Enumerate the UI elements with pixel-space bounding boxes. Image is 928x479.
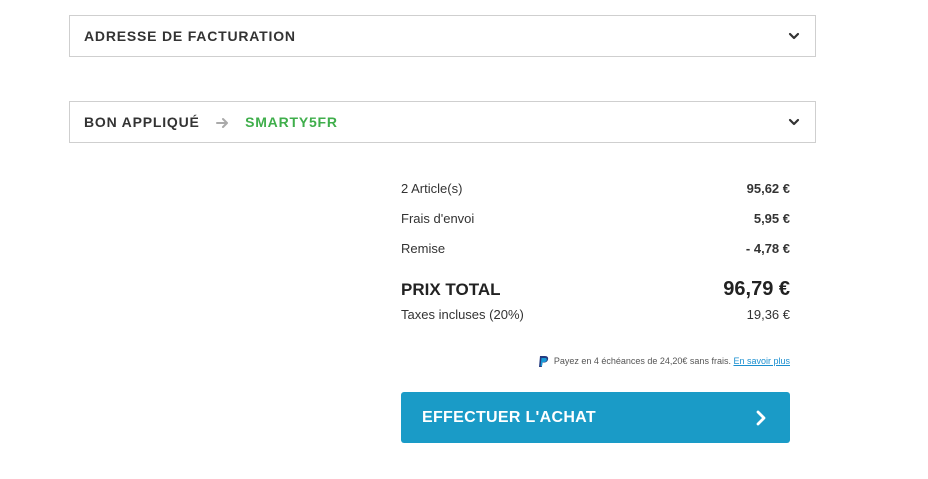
total-value: 96,79 € bbox=[723, 278, 790, 300]
learn-more-link[interactable]: En savoir plus bbox=[733, 356, 790, 366]
total-row: PRIX TOTAL 96,79 € bbox=[401, 278, 790, 302]
tax-value: 19,36 € bbox=[746, 307, 790, 322]
discount-value: - 4,78 € bbox=[745, 241, 790, 256]
paypal-installments: Payez en 4 échéances de 24,20€ sans frai… bbox=[401, 354, 790, 368]
articles-label: 2 Article(s) bbox=[401, 181, 463, 196]
voucher-title-line: BON APPLIQUÉ SMARTY5FR bbox=[84, 102, 338, 142]
total-label: PRIX TOTAL bbox=[401, 280, 501, 299]
tax-label: Taxes incluses (20%) bbox=[401, 307, 524, 322]
shipping-value: 5,95 € bbox=[753, 211, 790, 226]
chevron-down-icon[interactable] bbox=[787, 29, 801, 43]
checkout-label: EFFECTUER L'ACHAT bbox=[422, 409, 596, 426]
discount-row: Remise - 4,78 € bbox=[401, 240, 790, 258]
tax-row: Taxes incluses (20%) 19,36 € bbox=[401, 306, 790, 324]
voucher-code: SMARTY5FR bbox=[245, 114, 338, 130]
checkout-button[interactable]: EFFECTUER L'ACHAT bbox=[401, 392, 790, 443]
articles-row: 2 Article(s) 95,62 € bbox=[401, 180, 790, 198]
discount-label: Remise bbox=[401, 241, 446, 256]
chevron-right-icon bbox=[756, 410, 766, 426]
articles-value: 95,62 € bbox=[746, 181, 790, 196]
billing-address-panel[interactable]: ADRESSE DE FACTURATION bbox=[69, 15, 816, 57]
shipping-row: Frais d'envoi 5,95 € bbox=[401, 210, 790, 228]
billing-address-title: ADRESSE DE FACTURATION bbox=[84, 28, 296, 44]
arrow-right-icon bbox=[216, 118, 229, 129]
paypal-text: Payez en 4 échéances de 24,20€ sans frai… bbox=[553, 356, 731, 366]
voucher-title: BON APPLIQUÉ bbox=[84, 114, 200, 130]
shipping-label: Frais d'envoi bbox=[401, 211, 475, 226]
voucher-panel[interactable]: BON APPLIQUÉ SMARTY5FR bbox=[69, 101, 816, 143]
chevron-down-icon[interactable] bbox=[787, 115, 801, 129]
paypal-icon bbox=[538, 356, 548, 368]
